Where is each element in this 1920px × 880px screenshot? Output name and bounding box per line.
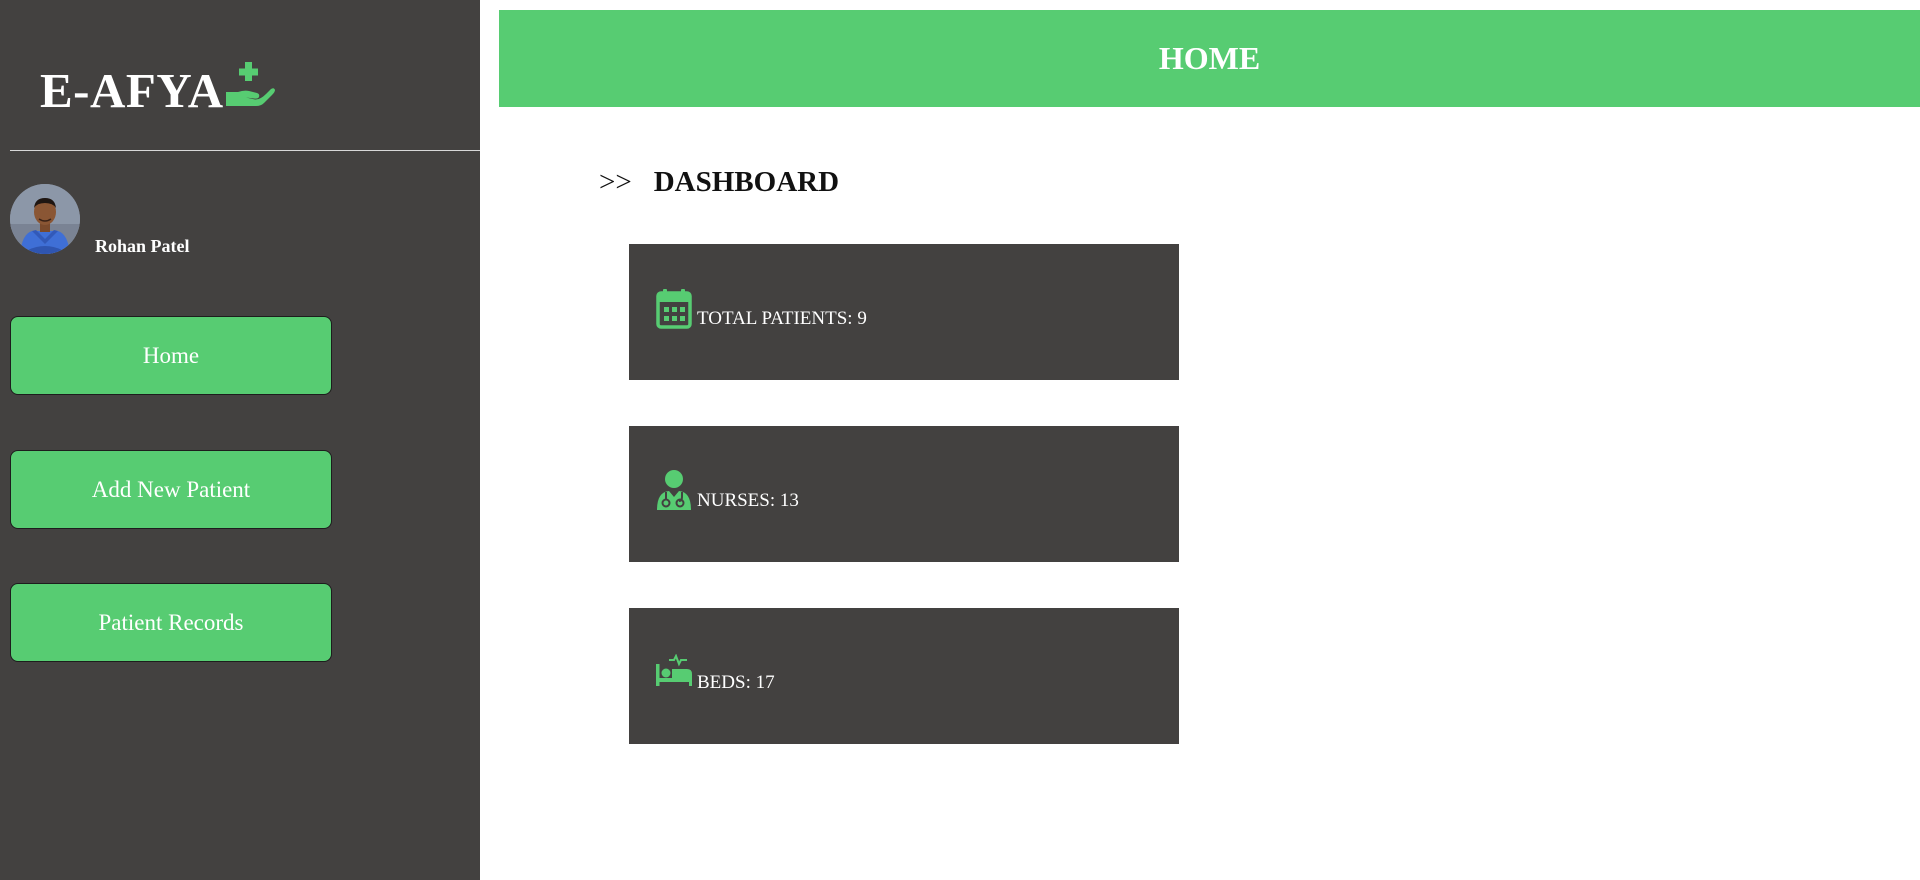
dashboard-title: DASHBOARD (653, 166, 840, 198)
sidebar: E-AFYA Rohan Patel Home Add New Patient … (0, 0, 480, 880)
nurses-text: NURSES: 13 (697, 490, 799, 511)
nurses-card: NURSES: 13 (629, 426, 1179, 562)
brand-logo[interactable]: E-AFYA (40, 62, 276, 119)
sidebar-divider (10, 150, 480, 151)
add-new-patient-button[interactable]: Add New Patient (10, 450, 332, 529)
page-title: HOME (1158, 40, 1261, 76)
dashboard-heading: >> DASHBOARD (599, 166, 839, 199)
brand-name: E-AFYA (40, 63, 224, 118)
calendar-icon (655, 288, 693, 330)
avatar[interactable] (10, 184, 80, 254)
bed-pulse-icon (655, 654, 693, 696)
beds-card: BEDS: 17 (629, 608, 1179, 744)
page-header: HOME (499, 10, 1920, 107)
breadcrumb-arrows: >> (599, 166, 632, 198)
hand-holding-medical-icon (224, 60, 276, 112)
user-name: Rohan Patel (95, 236, 190, 256)
beds-text: BEDS: 17 (697, 672, 775, 693)
home-button[interactable]: Home (10, 316, 332, 395)
total-patients-text: TOTAL PATIENTS: 9 (697, 308, 867, 329)
patient-records-button[interactable]: Patient Records (10, 583, 332, 662)
total-patients-card: TOTAL PATIENTS: 9 (629, 244, 1179, 380)
nurse-icon (655, 470, 693, 512)
